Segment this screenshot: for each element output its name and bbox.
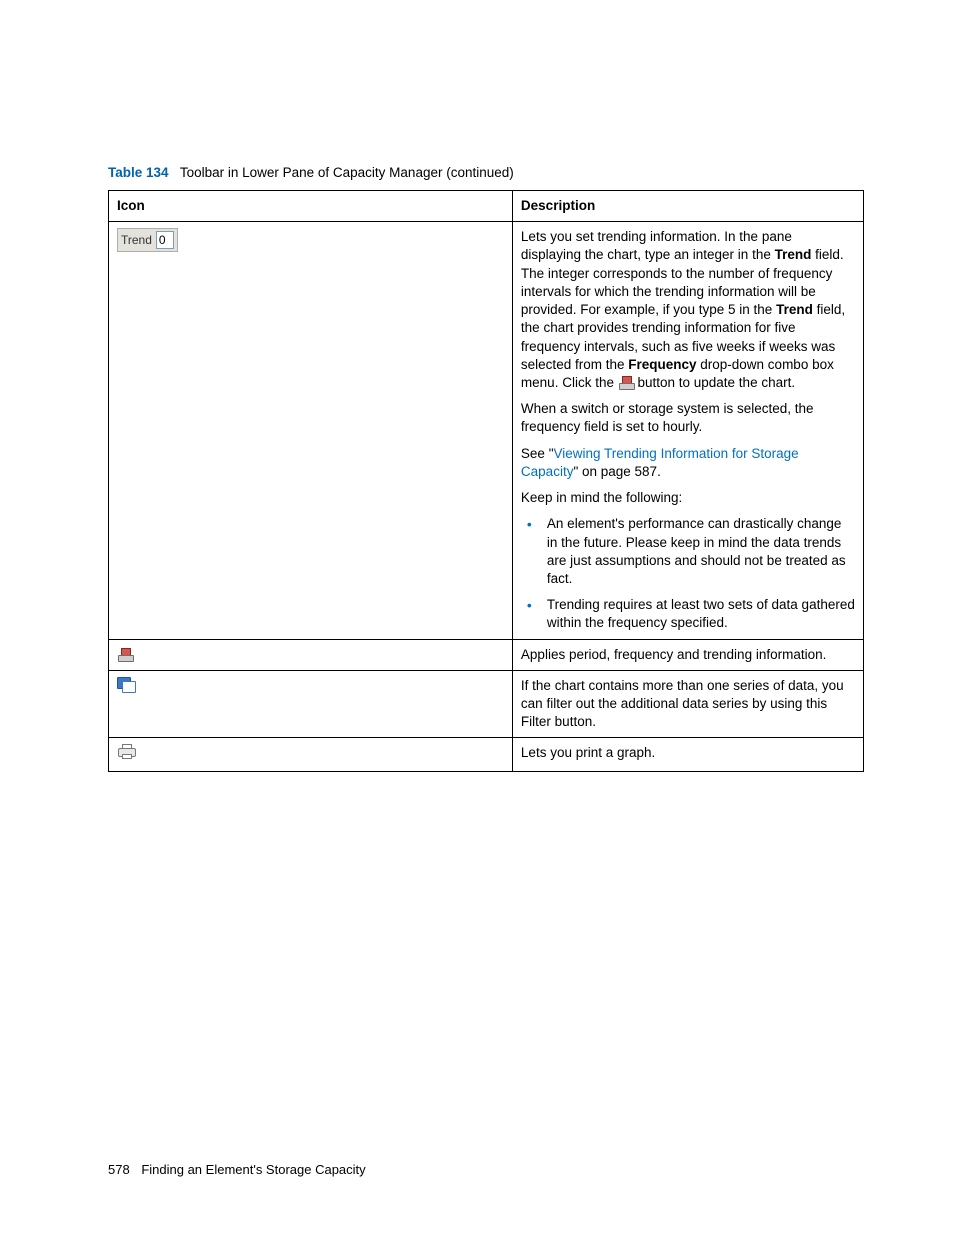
trend-desc-p4: Keep in mind the following: — [521, 489, 855, 507]
cell-icon-print — [109, 738, 513, 771]
cell-icon-apply — [109, 639, 513, 670]
cell-desc-apply: Applies period, frequency and trending i… — [512, 639, 863, 670]
table-row: Lets you print a graph. — [109, 738, 864, 771]
toolbar-table: Icon Description Trend 0 Lets you set tr… — [108, 190, 864, 772]
list-item: Trending requires at least two sets of d… — [539, 596, 855, 632]
header-description: Description — [512, 191, 863, 222]
table-row: Trend 0 Lets you set trending informatio… — [109, 222, 864, 639]
cell-icon-trend: Trend 0 — [109, 222, 513, 639]
apply-icon[interactable] — [117, 648, 133, 662]
trend-bullets: An element's performance can drastically… — [521, 515, 855, 632]
trend-label: Trend — [121, 232, 156, 248]
trend-desc-p3: See "Viewing Trending Information for St… — [521, 445, 855, 481]
trend-desc-p1: Lets you set trending information. In th… — [521, 228, 855, 392]
document-page: Table 134 Toolbar in Lower Pane of Capac… — [0, 0, 954, 1235]
cell-icon-filter — [109, 670, 513, 738]
page-footer: 578 Finding an Element's Storage Capacit… — [108, 1162, 366, 1177]
page-number: 578 — [108, 1162, 130, 1177]
cell-desc-trend: Lets you set trending information. In th… — [512, 222, 863, 639]
trend-input[interactable]: 0 — [156, 231, 174, 249]
table-caption-text: Toolbar in Lower Pane of Capacity Manage… — [180, 165, 514, 180]
print-icon[interactable] — [117, 744, 135, 759]
trend-desc-p2: When a switch or storage system is selec… — [521, 400, 855, 436]
cell-desc-filter: If the chart contains more than one seri… — [512, 670, 863, 738]
filter-icon[interactable] — [117, 677, 135, 692]
table-row: If the chart contains more than one seri… — [109, 670, 864, 738]
table-caption: Table 134 Toolbar in Lower Pane of Capac… — [108, 165, 864, 180]
trend-widget[interactable]: Trend 0 — [117, 228, 178, 252]
header-icon: Icon — [109, 191, 513, 222]
table-number: Table 134 — [108, 165, 169, 180]
table-row: Applies period, frequency and trending i… — [109, 639, 864, 670]
footer-section: Finding an Element's Storage Capacity — [141, 1162, 365, 1177]
cell-desc-print: Lets you print a graph. — [512, 738, 863, 771]
table-header-row: Icon Description — [109, 191, 864, 222]
list-item: An element's performance can drastically… — [539, 515, 855, 588]
apply-icon — [618, 376, 634, 390]
